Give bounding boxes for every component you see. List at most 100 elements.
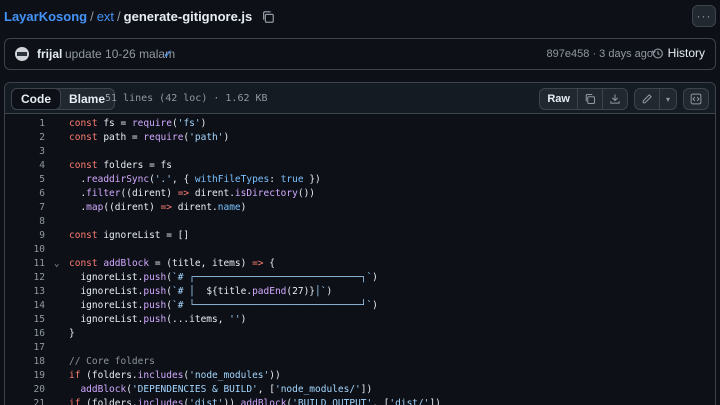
line-number[interactable]: 6 [5,187,45,201]
code-token: ) [200,118,207,129]
code-token: if [69,370,81,381]
code-line: 7 .map((dirent) => dirent.name) [5,201,715,215]
line-number[interactable]: 9 [5,229,45,243]
line-number[interactable]: 20 [5,383,45,397]
edit-options-button[interactable]: ▾ [658,89,676,109]
line-number[interactable]: 10 [5,243,45,257]
code-text: if (folders.includes('node_modules')) [69,369,281,383]
code-token: addBlock [103,258,150,269]
fold-chevron-icon[interactable]: ⌄ [54,257,59,271]
code-token: 'dist' [189,398,224,405]
code-token: const [69,258,98,269]
pencil-icon [642,94,652,104]
code-token: readdirSync [86,174,150,185]
line-number[interactable]: 3 [5,145,45,159]
code-text: // Core folders [69,355,155,369]
code-token: ) [240,314,247,325]
tab-code[interactable]: Code [11,88,61,110]
code-line: 2 const path = require('path') [5,131,715,145]
commit-hash[interactable]: 897e458 [547,48,590,60]
history-button[interactable]: History [651,46,705,60]
edit-button[interactable] [635,89,659,109]
line-number[interactable]: 2 [5,131,45,145]
line-number[interactable]: 14 [5,299,45,313]
code-token: ignoreList = [] [97,230,190,241]
code-line: 5 .readdirSync('.', { withFileTypes: tru… [5,173,715,187]
code-line: 19 if (folders.includes('node_modules')) [5,369,715,383]
code-token: => [160,202,172,213]
code-token: `# │ [171,286,207,297]
code-token: 'fs' [177,118,201,129]
code-token: ()) [297,188,316,199]
code-token: ignoreList. [69,286,144,297]
code-line: 16} [5,327,715,341]
view-toggle: Code Blame [11,88,116,110]
line-number[interactable]: 12 [5,271,45,285]
code-line: 20 addBlock('DEPENDENCIES & BUILD', ['no… [5,383,715,397]
code-token: ) [372,272,378,283]
line-number[interactable]: 1 [5,117,45,131]
code-text: if (folders.includes('dist')) addBlock('… [69,397,441,405]
line-number[interactable]: 16 [5,327,45,341]
code-token: `# └─────────────────────────────┘` [171,300,373,311]
commit-meta: 897e458 · 3 days ago [547,48,653,60]
code-line: 17 [5,341,715,355]
code-line: 10 [5,243,715,257]
code-view: 1 const fs = require('fs') 2 const path = r… [5,117,715,405]
code-token: addBlock [80,384,127,395]
line-number[interactable]: 5 [5,173,45,187]
code-text: const addBlock = (title, items) => { [69,257,275,271]
code-token: path = [97,132,144,143]
breadcrumb-repo-link[interactable]: LayarKosong [4,9,87,24]
line-number[interactable]: 4 [5,159,45,173]
breadcrumb-file-name: generate-gitignore.js [123,9,253,24]
breadcrumb-folder-link[interactable]: ext [97,9,114,24]
code-token: ignoreList. [69,300,144,311]
code-token: addBlock [240,398,287,405]
line-number[interactable]: 7 [5,201,45,215]
code-line: 11 ⌄ const addBlock = (title, items) => { [5,257,715,271]
download-button[interactable] [601,89,627,109]
file-actions: Raw ▾ [539,88,709,110]
code-token: const [69,230,98,241]
meta-dot: · [592,48,597,60]
latest-commit-box: frijal update 10-26 malam ✓ 897e458 · 3 … [4,38,716,70]
line-number[interactable]: 8 [5,215,45,229]
line-number[interactable]: 11 [5,257,45,271]
code-token: . [69,188,87,199]
code-text: .readdirSync('.', { withFileTypes: true … [69,173,320,187]
code-text: ignoreList.push(...items, '') [69,313,246,327]
raw-button[interactable]: Raw [540,89,577,109]
code-line: 12 ignoreList.push(`# ┌─────────────────… [5,271,715,285]
line-number[interactable]: 19 [5,369,45,383]
line-number[interactable]: 15 [5,313,45,327]
breadcrumb-separator: / [117,9,121,24]
line-number[interactable]: 21 [5,397,45,405]
code-line: 14 ignoreList.push(`# └─────────────────… [5,299,715,313]
code-text: const fs = require('fs') [69,117,206,131]
code-token: ((dirent) [103,202,161,213]
commit-time: 3 days ago [599,48,653,60]
code-token: : [269,174,281,185]
line-number[interactable]: 17 [5,341,45,355]
commit-author[interactable]: frijal [37,47,62,61]
code-token: const [69,132,98,143]
code-token: includes [137,398,184,405]
line-number[interactable]: 13 [5,285,45,299]
copy-path-icon[interactable] [261,10,275,24]
code-token: ) [240,202,247,213]
code-token: => [177,188,190,199]
more-options-button[interactable]: ··· [692,5,716,27]
code-token: push [143,300,167,311]
code-token: 'node_modules' [189,370,270,381]
avatar[interactable] [15,47,29,61]
file-viewer: Code Blame 51 lines (42 loc) · 1.62 KB R… [4,82,716,405]
code-token: const [69,160,98,171]
code-line: 6 .filter((dirent) => dirent.isDirectory… [5,187,715,201]
check-icon[interactable]: ✓ [163,47,173,61]
copy-raw-button[interactable] [576,89,602,109]
commit-message[interactable]: update 10-26 malam [65,47,175,61]
line-number[interactable]: 18 [5,355,45,369]
symbols-panel-button[interactable] [683,88,709,110]
